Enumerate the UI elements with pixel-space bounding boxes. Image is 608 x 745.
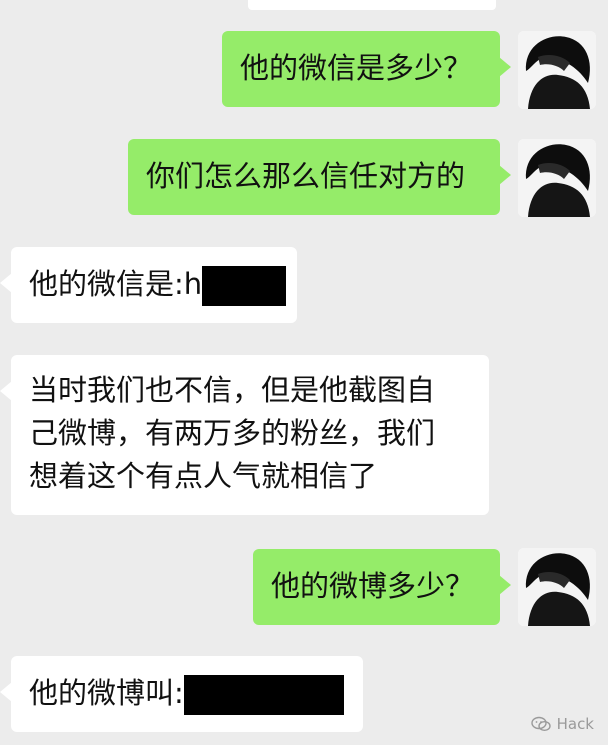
user-avatar[interactable] (518, 31, 596, 109)
redaction-block (202, 266, 287, 306)
watermark-text: Hack (556, 715, 594, 733)
message-text: 他的微信是多少？ (240, 51, 473, 85)
received-message-bubble[interactable]: 他的微博叫: (0, 656, 363, 732)
received-message-bubble[interactable]: 当时我们也不信，但是他截图自 己微博，有两万多的粉丝，我们 想着这个有点人气就相… (0, 355, 489, 515)
message-text-line: 己微博，有两万多的粉丝，我们 (29, 416, 436, 450)
message-text: 他的微博叫: (29, 676, 184, 710)
user-avatar-icon (518, 31, 596, 109)
message-text: 他的微博多少？ (271, 569, 475, 603)
message-text-line: 想着这个有点人气就相信了 (29, 459, 378, 493)
message-text-line: 当时我们也不信，但是他截图自 (29, 373, 436, 407)
user-avatar-icon (518, 139, 596, 217)
message-text: 他的微信是:h (29, 267, 203, 301)
received-message-bubble[interactable]: 他的微信是:h (0, 247, 297, 323)
wechat-icon (530, 716, 551, 732)
user-avatar-icon (518, 548, 596, 626)
sent-message-bubble[interactable]: 你们怎么那么信任对方的 (128, 139, 511, 215)
user-avatar[interactable] (518, 139, 596, 217)
sent-message-bubble[interactable]: 他的微博多少？ (253, 549, 511, 625)
user-avatar[interactable] (518, 548, 596, 626)
redaction-block (183, 675, 344, 715)
sent-message-bubble[interactable]: 他的微信是多少？ (222, 31, 511, 107)
watermark: Hack (530, 715, 594, 733)
message-text: 你们怎么那么信任对方的 (146, 159, 466, 193)
previous-message-edge (248, 0, 496, 10)
